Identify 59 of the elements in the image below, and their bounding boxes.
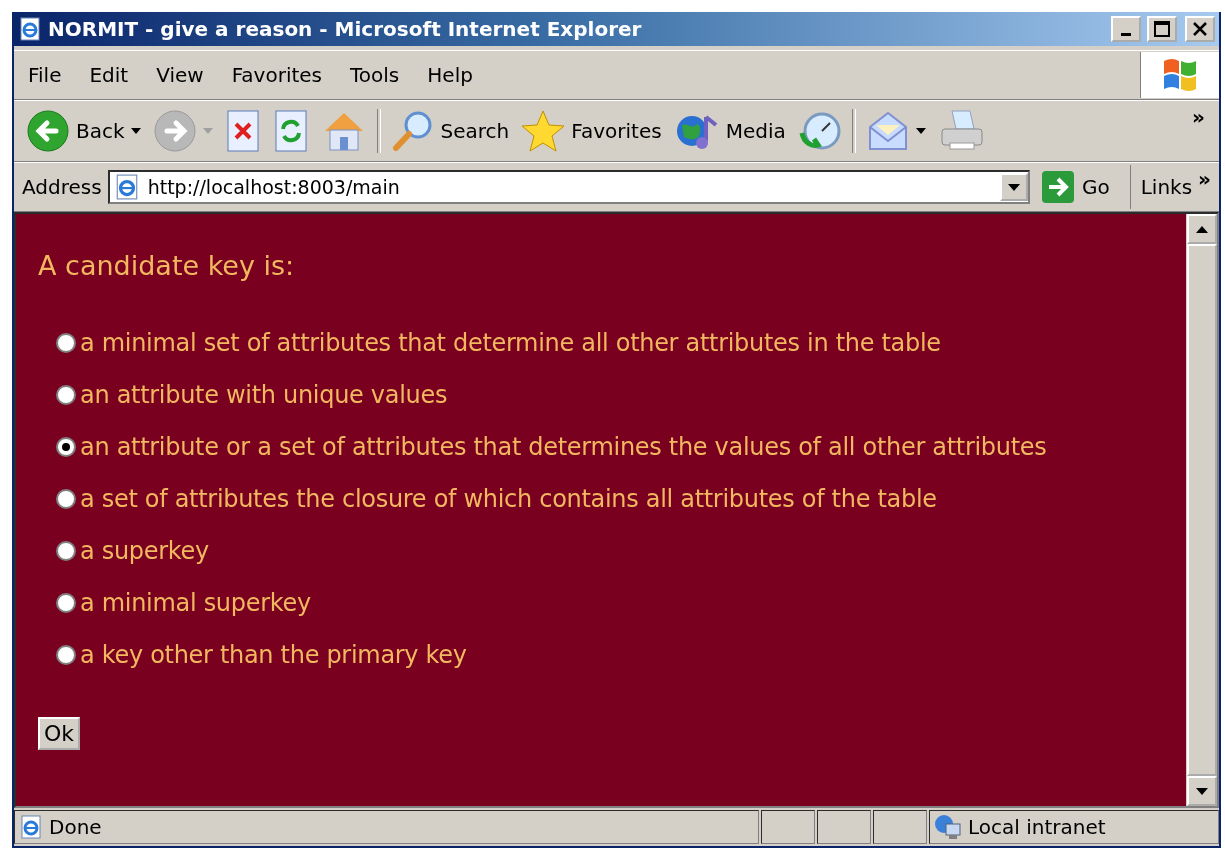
caret-icon: [202, 128, 213, 134]
window-title: NORMIT - give a reason - Microsoft Internet Explorer: [48, 17, 643, 41]
globe-computer-icon: [934, 814, 962, 840]
radio-button[interactable]: [56, 645, 76, 665]
more-chevron[interactable]: »: [1198, 163, 1219, 191]
radio-button[interactable]: [56, 489, 76, 509]
menu-item[interactable]: View: [142, 63, 218, 87]
menu-item[interactable]: File: [14, 63, 76, 87]
stop-page-icon: [224, 109, 261, 153]
ok-button[interactable]: Ok: [38, 717, 81, 750]
dropdown-button[interactable]: [999, 173, 1028, 201]
radio-button[interactable]: [56, 385, 76, 405]
radio-button[interactable]: [56, 437, 76, 457]
media-button[interactable]: Media: [667, 104, 792, 158]
ie-page-icon: [18, 17, 42, 41]
zone-text: Local intranet: [968, 815, 1106, 839]
option-label: an attribute with unique values: [80, 381, 448, 409]
maximize-icon: [1154, 21, 1170, 37]
minimize-icon: [1121, 32, 1131, 36]
option-label: an attribute or a set of attributes that determines the values of all other attributes: [80, 433, 1047, 461]
back-button[interactable]: Back: [20, 104, 147, 158]
status-text: Done: [49, 815, 102, 839]
status-pane: [817, 810, 871, 844]
radio-button[interactable]: [56, 333, 76, 353]
caret-icon: [915, 128, 926, 134]
scroll-up-button[interactable]: [1187, 214, 1217, 244]
close-button[interactable]: [1185, 16, 1215, 42]
option-label: a minimal superkey: [80, 589, 311, 617]
status-pane: [761, 810, 815, 844]
menu-item[interactable]: Favorites: [217, 63, 336, 87]
scroll-down-button[interactable]: [1187, 776, 1217, 806]
menu-item[interactable]: Edit: [75, 63, 143, 87]
go-button[interactable]: Go: [1029, 165, 1131, 209]
search-button[interactable]: Search: [384, 104, 516, 158]
refresh-page-icon: [272, 109, 309, 153]
ie-page-icon: [19, 815, 43, 839]
favorites-button[interactable]: Favorites: [515, 104, 668, 158]
option-label: a key other than the primary key: [80, 641, 467, 669]
caret-icon: [1196, 787, 1208, 795]
option-label: a minimal set of attributes that determine all other attributes in the table: [80, 329, 941, 357]
option-label: a set of attributes the closure of which contains all attributes of the table: [80, 485, 937, 513]
star-icon: [521, 109, 566, 153]
option-label: a superkey: [80, 537, 209, 565]
close-icon: [1193, 22, 1207, 36]
links-button[interactable]: Links: [1130, 165, 1199, 209]
menu-item[interactable]: Help: [413, 63, 487, 87]
minimize-button[interactable]: [1111, 16, 1141, 42]
more-chevron[interactable]: »: [1192, 101, 1213, 129]
menu-item[interactable]: Tools: [336, 63, 414, 87]
maximize-button[interactable]: [1147, 16, 1177, 42]
radio-button[interactable]: [56, 541, 76, 561]
caret-icon: [1007, 183, 1020, 191]
status-pane: [873, 810, 927, 844]
address-field[interactable]: http://localhost:8003/main: [107, 170, 1030, 204]
up-caret-icon: [1196, 225, 1208, 233]
radio-button[interactable]: [56, 593, 76, 613]
address-label: Address: [21, 175, 103, 199]
question-heading: A candidate key is:: [38, 250, 296, 281]
caret-icon: [130, 128, 141, 134]
